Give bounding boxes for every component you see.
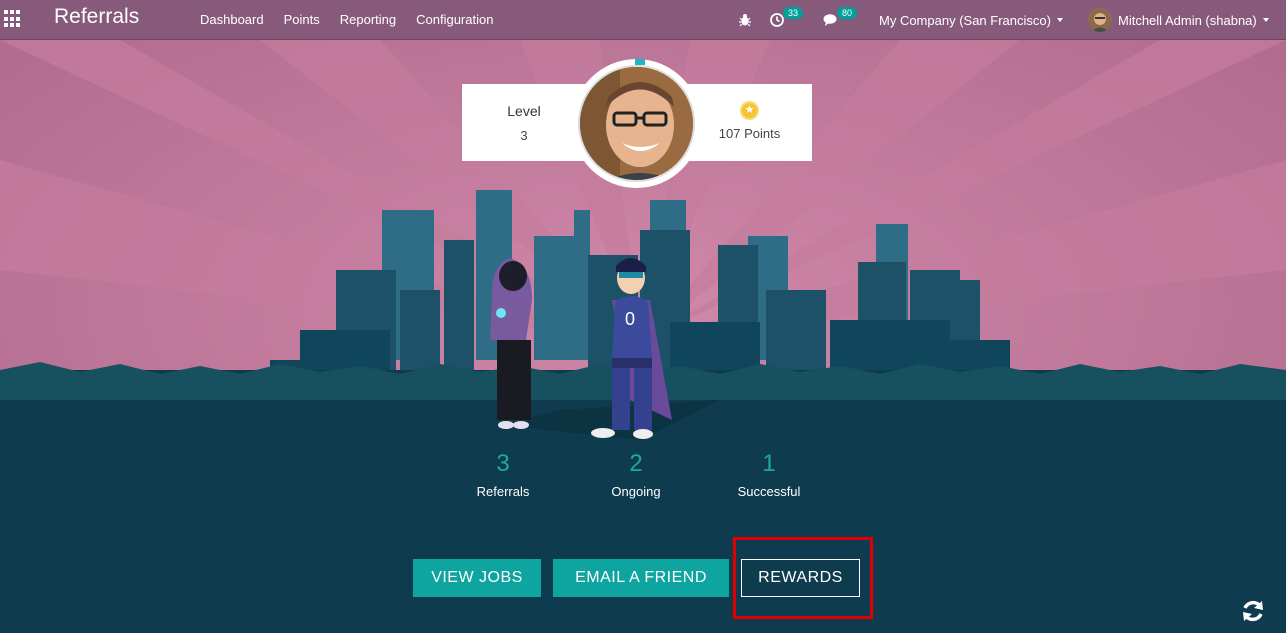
- referral-dashboard-hero: 0 Level 3 ★ 107 Points 3 Referrals 2 Ong…: [0, 40, 1286, 633]
- view-jobs-button[interactable]: VIEW JOBS: [413, 559, 541, 597]
- menu-points[interactable]: Points: [274, 0, 330, 40]
- top-navbar: Referrals Dashboard Points Reporting Con…: [0, 0, 1286, 40]
- debug-bug-icon[interactable]: [738, 0, 752, 40]
- stat-referrals: 3 Referrals: [443, 450, 563, 499]
- chevron-down-icon: [1056, 18, 1063, 22]
- level-value: 3: [520, 128, 528, 143]
- company-name: My Company (San Francisco): [879, 12, 1051, 28]
- stat-label: Referrals: [476, 484, 530, 499]
- stat-value: 2: [629, 450, 643, 477]
- avatar-photo: [578, 65, 695, 182]
- main-menu: Dashboard Points Reporting Configuration: [190, 0, 503, 40]
- stat-label: Successful: [737, 484, 801, 499]
- svg-text:0: 0: [625, 309, 635, 329]
- stat-ongoing: 2 Ongoing: [576, 450, 696, 499]
- stat-successful: 1 Successful: [709, 450, 829, 499]
- user-name: Mitchell Admin (shabna): [1118, 12, 1257, 28]
- menu-dashboard[interactable]: Dashboard: [190, 0, 274, 40]
- company-switcher[interactable]: My Company (San Francisco): [879, 0, 1063, 40]
- message-count-badge: 80: [837, 7, 858, 19]
- menu-configuration[interactable]: Configuration: [406, 0, 503, 40]
- menu-reporting[interactable]: Reporting: [330, 0, 406, 40]
- level-box: Level 3: [462, 84, 582, 161]
- refresh-icon[interactable]: [1240, 598, 1266, 624]
- clock-icon: [770, 13, 784, 27]
- stat-label: Ongoing: [611, 484, 661, 499]
- profile-avatar: [572, 59, 701, 188]
- user-menu[interactable]: Mitchell Admin (shabna): [1088, 0, 1269, 40]
- rewards-highlight-box: [733, 537, 873, 619]
- app-title: Referrals: [54, 5, 140, 28]
- stat-value: 3: [496, 450, 510, 477]
- messaging-menu[interactable]: 80: [823, 0, 858, 40]
- activity-count-badge: 33: [783, 7, 804, 19]
- email-a-friend-button[interactable]: EMAIL A FRIEND: [553, 559, 729, 597]
- user-avatar: [1088, 8, 1112, 32]
- chevron-down-icon: [1262, 18, 1269, 22]
- apps-menu-icon[interactable]: [4, 10, 22, 28]
- points-box: ★ 107 Points: [687, 84, 812, 161]
- points-value: 107 Points: [718, 126, 781, 141]
- level-label: Level: [507, 103, 541, 119]
- activity-menu[interactable]: 33: [770, 0, 804, 40]
- stat-value: 1: [762, 450, 776, 477]
- star-icon: ★: [740, 101, 759, 120]
